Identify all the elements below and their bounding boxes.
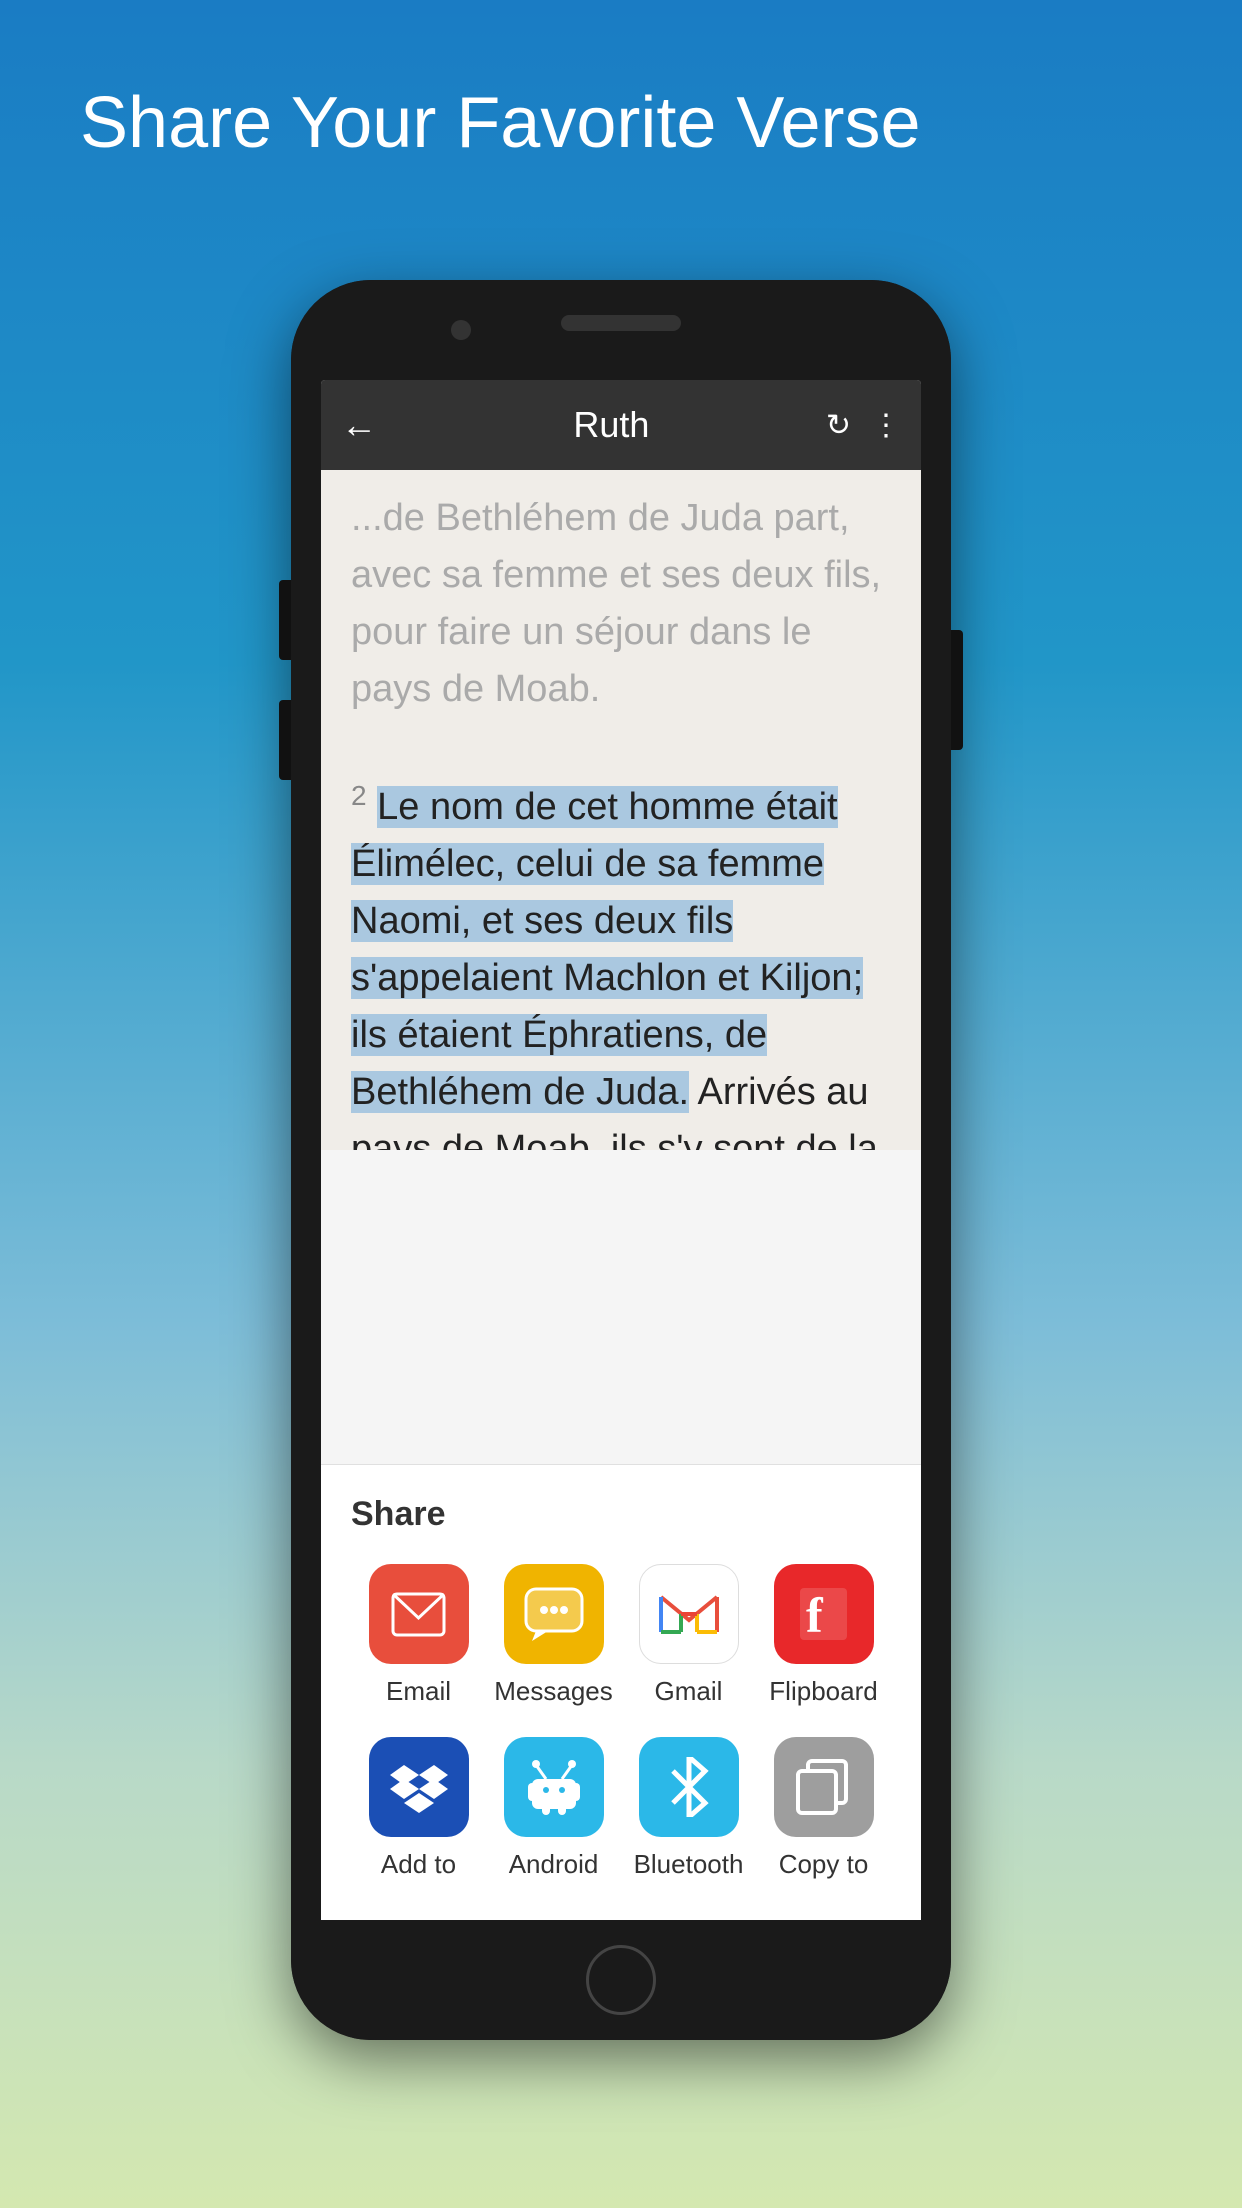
phone-speaker: [561, 315, 681, 331]
phone-mockup: ← Ruth ↻ ⋮ ...de Bethléhem de Juda part,…: [291, 280, 951, 2040]
share-email[interactable]: Email: [359, 1564, 479, 1707]
bible-content: ...de Bethléhem de Juda part, avec sa fe…: [321, 470, 921, 1150]
share-gmail[interactable]: Gmail: [629, 1564, 749, 1707]
verse-2-number: 2: [351, 780, 367, 811]
phone-camera: [451, 320, 471, 340]
verse-2-highlighted-text: Le nom de cet homme était Élimélec, celu…: [351, 786, 863, 1113]
email-icon: [369, 1564, 469, 1664]
refresh-icon[interactable]: ↻: [826, 408, 851, 443]
more-options-icon[interactable]: ⋮: [871, 408, 901, 443]
share-title: Share: [351, 1495, 891, 1534]
email-label: Email: [386, 1676, 451, 1707]
share-row-1: Email: [351, 1564, 891, 1707]
messages-label: Messages: [494, 1676, 613, 1707]
copy-icon: [774, 1737, 874, 1837]
dropbox-label: Add to: [381, 1849, 456, 1880]
bluetooth-label: Bluetooth: [634, 1849, 744, 1880]
gmail-label: Gmail: [655, 1676, 723, 1707]
phone-body: ← Ruth ↻ ⋮ ...de Bethléhem de Juda part,…: [291, 280, 951, 2040]
flipboard-label: Flipboard: [769, 1676, 877, 1707]
share-row-2: Add to: [351, 1737, 891, 1880]
app-toolbar: ← Ruth ↻ ⋮: [321, 380, 921, 470]
toolbar-title: Ruth: [397, 404, 826, 446]
volume-button-down: [279, 700, 291, 780]
verse-partial-text: ...de Bethléhem de Juda part, avec sa fe…: [351, 497, 881, 710]
messages-icon: [504, 1564, 604, 1664]
svg-text:f: f: [806, 1587, 824, 1643]
android-icon: [504, 1737, 604, 1837]
power-button: [951, 630, 963, 750]
home-button[interactable]: [586, 1945, 656, 2015]
share-bluetooth[interactable]: Bluetooth: [629, 1737, 749, 1880]
phone-screen: ← Ruth ↻ ⋮ ...de Bethléhem de Juda part,…: [321, 380, 921, 1940]
gmail-icon: [639, 1564, 739, 1664]
flipboard-icon: f: [774, 1564, 874, 1664]
dropbox-icon: [369, 1737, 469, 1837]
share-copy[interactable]: Copy to: [764, 1737, 884, 1880]
share-messages[interactable]: Messages: [494, 1564, 614, 1707]
page-title: Share Your Favorite Verse: [80, 80, 1162, 166]
phone-bottom-bar: [291, 1920, 951, 2040]
share-dropbox[interactable]: Add to: [359, 1737, 479, 1880]
share-panel: Share Email: [321, 1464, 921, 1940]
volume-button-up: [279, 580, 291, 660]
share-android[interactable]: Android: [494, 1737, 614, 1880]
share-flipboard[interactable]: f Flipboard: [764, 1564, 884, 1707]
back-button[interactable]: ←: [341, 404, 377, 446]
android-label: Android: [509, 1849, 599, 1880]
copy-label: Copy to: [779, 1849, 869, 1880]
bluetooth-icon: [639, 1737, 739, 1837]
toolbar-icons: ↻ ⋮: [826, 408, 901, 443]
